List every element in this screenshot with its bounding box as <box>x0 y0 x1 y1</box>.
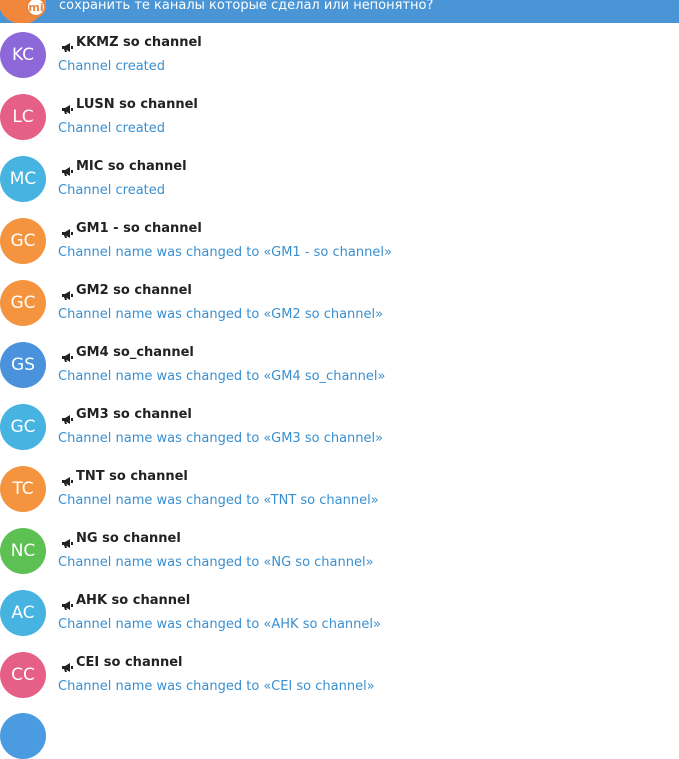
channel-event[interactable]: Channel name was changed to «TNT so chan… <box>58 493 379 509</box>
channel-event[interactable]: Channel name was changed to «GM2 so chan… <box>58 307 383 323</box>
avatar: KC <box>0 32 46 78</box>
channel-event[interactable]: Channel created <box>58 59 165 75</box>
megaphone-icon <box>61 596 74 610</box>
avatar: GC <box>0 280 46 326</box>
avatar[interactable] <box>0 713 46 759</box>
avatar: NC <box>0 528 46 574</box>
channel-event[interactable]: Channel name was changed to «GM4 so_chan… <box>58 369 385 385</box>
avatar: GS <box>0 342 46 388</box>
avatar: GC <box>0 404 46 450</box>
channel-event[interactable]: Channel name was changed to «CEI so chan… <box>58 679 375 695</box>
list-item[interactable]: AC AHK so channel Channel name was chang… <box>0 581 679 643</box>
megaphone-icon <box>61 410 74 424</box>
megaphone-icon <box>61 162 74 176</box>
avatar: AC <box>0 590 46 636</box>
channel-event[interactable]: Channel created <box>58 121 165 137</box>
channel-name: AHK so channel <box>76 593 191 608</box>
channel-name: GM4 so_channel <box>76 345 194 360</box>
list-item[interactable]: GS GM4 so_channel Channel name was chang… <box>0 333 679 395</box>
avatar: CC <box>0 652 46 698</box>
channel-event[interactable]: Channel name was changed to «GM3 so chan… <box>58 431 383 447</box>
channel-name: MIC so channel <box>76 159 187 174</box>
channel-event[interactable]: Channel name was changed to «NG so chann… <box>58 555 374 571</box>
avatar: MC <box>0 156 46 202</box>
channel-event[interactable]: Channel name was changed to «GM1 - so ch… <box>58 245 392 261</box>
list-item[interactable]: CC CEI so channel Channel name was chang… <box>0 643 679 705</box>
channel-list: KC KKMZ so channel Channel created LC LU… <box>0 23 679 705</box>
list-item[interactable]: KC KKMZ so channel Channel created <box>0 23 679 85</box>
megaphone-icon <box>61 534 74 548</box>
channel-name: GM3 so channel <box>76 407 192 422</box>
megaphone-icon <box>61 658 74 672</box>
megaphone-icon <box>61 224 74 238</box>
avatar: GC <box>0 218 46 264</box>
avatar: TC <box>0 466 46 512</box>
megaphone-icon <box>61 286 74 300</box>
megaphone-icon <box>61 38 74 52</box>
megaphone-icon <box>61 100 74 114</box>
megaphone-icon <box>61 348 74 362</box>
list-item[interactable]: LC LUSN so channel Channel created <box>0 85 679 147</box>
list-item[interactable]: GC GM1 - so channel Channel name was cha… <box>0 209 679 271</box>
sender-badge: mi <box>26 0 46 17</box>
list-item[interactable]: NC NG so channel Channel name was change… <box>0 519 679 581</box>
channel-name: GM2 so channel <box>76 283 192 298</box>
channel-name: NG so channel <box>76 531 181 546</box>
channel-name: LUSN so channel <box>76 97 198 112</box>
top-message-bar[interactable]: mi сохранить те каналы которые сделал ил… <box>0 0 679 23</box>
message-text: сохранить те каналы которые сделал или н… <box>59 0 434 13</box>
avatar: LC <box>0 94 46 140</box>
megaphone-icon <box>61 472 74 486</box>
channel-name: GM1 - so channel <box>76 221 202 236</box>
list-item[interactable]: GC GM3 so channel Channel name was chang… <box>0 395 679 457</box>
list-item[interactable]: TC TNT so channel Channel name was chang… <box>0 457 679 519</box>
channel-name: TNT so channel <box>76 469 188 484</box>
list-item[interactable]: MC MIC so channel Channel created <box>0 147 679 209</box>
channel-name: CEI so channel <box>76 655 183 670</box>
list-item[interactable]: GC GM2 so channel Channel name was chang… <box>0 271 679 333</box>
channel-event[interactable]: Channel name was changed to «AHK so chan… <box>58 617 381 633</box>
channel-name: KKMZ so channel <box>76 35 202 50</box>
channel-event[interactable]: Channel created <box>58 183 165 199</box>
